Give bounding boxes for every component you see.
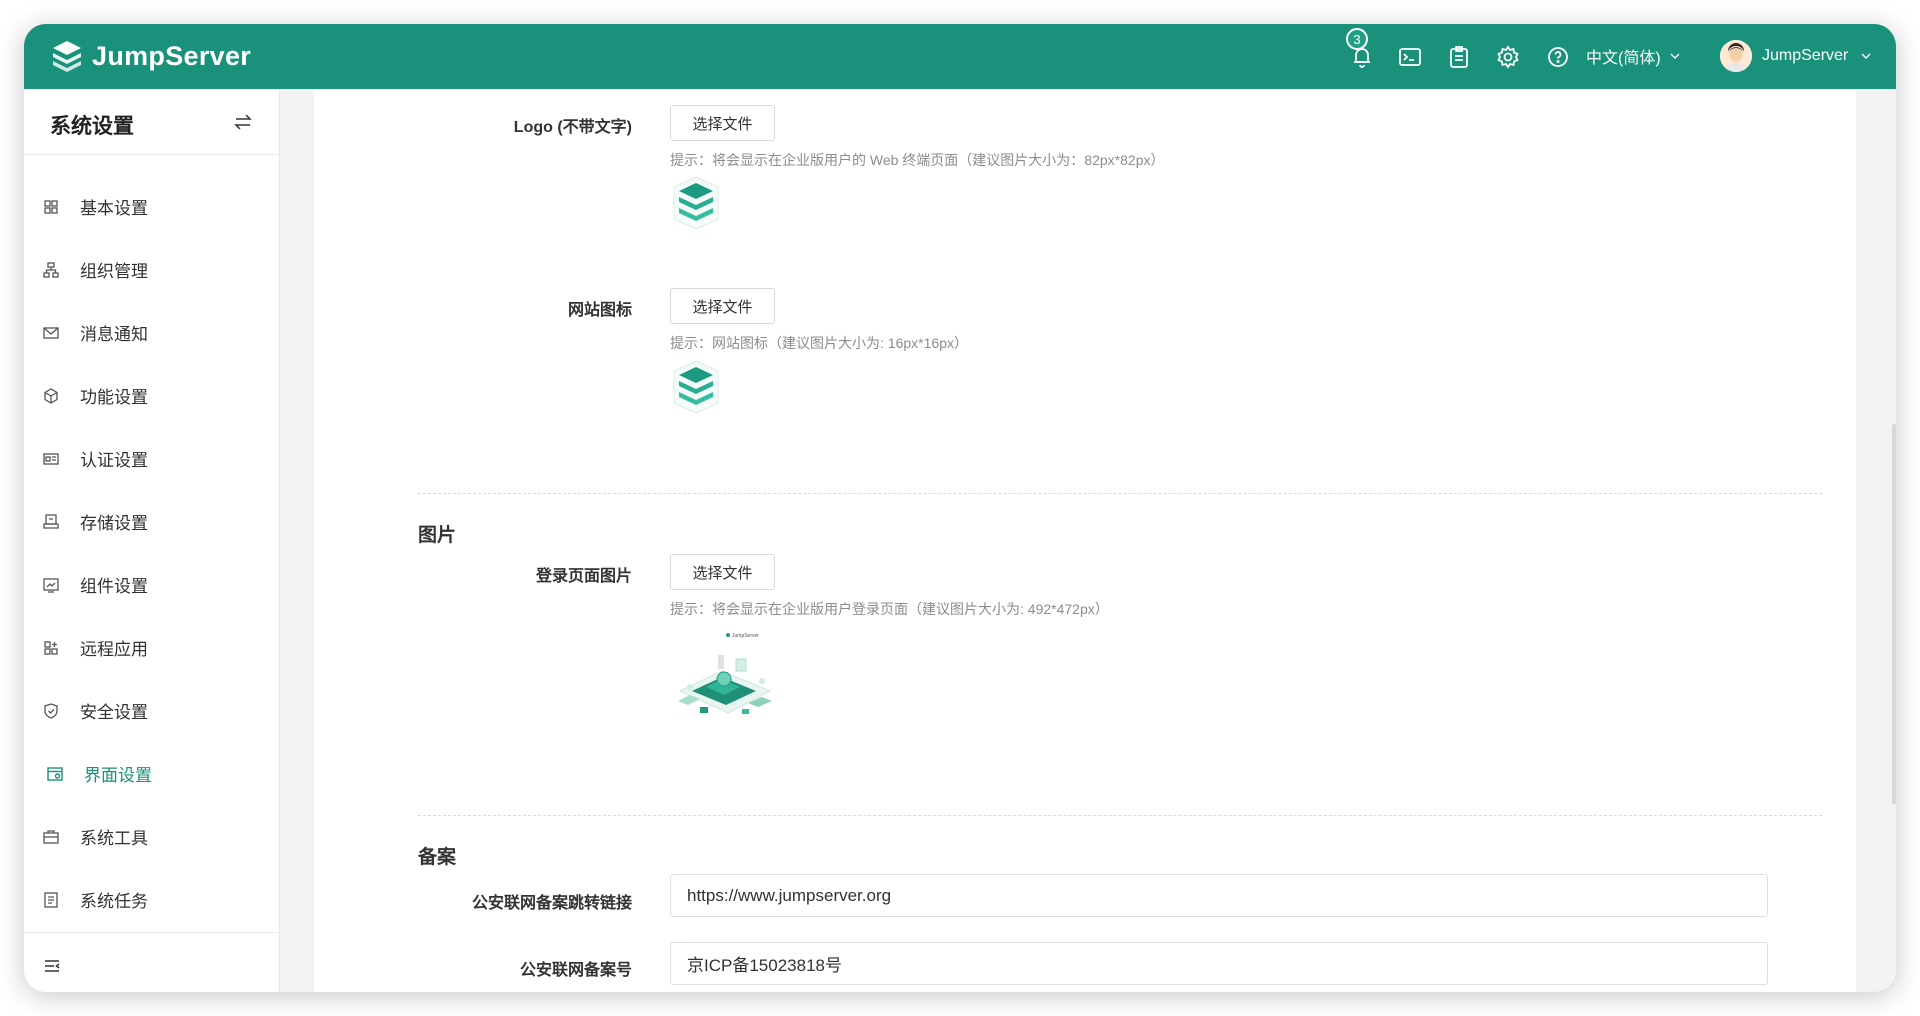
images-section-title: 图片 [418, 525, 457, 546]
language-selector[interactable]: 中文(简体) [1586, 44, 1681, 68]
user-menu[interactable]: JumpServer [1720, 40, 1872, 72]
sidebar-item-tasks[interactable]: 系统任务 [24, 868, 280, 931]
mail-icon [43, 326, 59, 339]
sidebar-menu: 基本设置 组织管理 消息通知 功能设置 认证设置 存储设置 组件设置 远程应用 … [24, 175, 280, 931]
section-divider [418, 493, 1822, 494]
sidebar-item-storage[interactable]: 存储设置 [24, 490, 280, 553]
toolbox-icon [43, 829, 59, 844]
login-illustration-image: JumpServer [678, 633, 772, 714]
sidebar-item-label: 系统任务 [80, 892, 148, 911]
sidebar-item-label: 消息通知 [80, 325, 148, 344]
sidebar-item-label: 组件设置 [80, 577, 148, 596]
sidebar-item-label: 远程应用 [80, 640, 148, 659]
sidebar-item-label: 功能设置 [80, 388, 148, 407]
jumpserver-logo-icon [53, 41, 81, 72]
sidebar-item-label: 安全设置 [80, 703, 148, 722]
logo-preview [670, 175, 722, 236]
beian-number-value: 京ICP备15023818号 [687, 956, 842, 975]
task-icon [44, 891, 58, 908]
language-label: 中文(简体) [1586, 50, 1661, 67]
sidebar-item-label: 认证设置 [80, 451, 148, 470]
sidebar-item-tools[interactable]: 系统工具 [24, 805, 280, 868]
menu-collapse-icon[interactable] [44, 959, 60, 973]
login-image-label: 登录页面图片 [535, 568, 632, 585]
login-image-choose-file-button[interactable]: 选择文件 [670, 554, 775, 590]
brand-name: JumpServer [92, 40, 252, 71]
favicon-label: 网站图标 [567, 302, 632, 319]
sidebar-item-feature[interactable]: 功能设置 [24, 364, 280, 427]
favicon-image [673, 360, 719, 414]
cube-icon [44, 387, 58, 404]
beian-link-value: https://www.jumpserver.org [687, 885, 892, 905]
sidebar-item-label: 存储设置 [80, 514, 148, 533]
top-bar: JumpServer 3 中文(简体) JumpServer [24, 24, 1896, 89]
terminal-icon[interactable] [1397, 44, 1423, 70]
id-card-icon [43, 452, 59, 465]
sidebar-header: 系统设置 [24, 89, 280, 155]
sidebar-item-basic[interactable]: 基本设置 [24, 175, 280, 238]
sidebar-item-notification[interactable]: 消息通知 [24, 301, 280, 364]
chevron-down-icon [1861, 53, 1871, 59]
shield-icon [44, 702, 58, 719]
sidebar-item-interface[interactable]: 界面设置 [24, 742, 280, 805]
brand-logo[interactable]: JumpServer [50, 38, 251, 74]
app-window: JumpServer 3 中文(简体) JumpServer 系统设置 基本设置… [24, 24, 1896, 992]
interface-icon [47, 766, 63, 781]
scrollbar[interactable] [1892, 424, 1896, 804]
sidebar-item-label: 系统工具 [80, 829, 148, 848]
gear-icon[interactable] [1495, 44, 1521, 70]
sidebar-footer [24, 932, 280, 992]
sidebar-item-org[interactable]: 组织管理 [24, 238, 280, 301]
sidebar-item-remote-apps[interactable]: 远程应用 [24, 616, 280, 679]
component-icon [43, 577, 59, 593]
storage-icon [43, 513, 59, 529]
login-image-preview: JumpServer [670, 629, 780, 734]
beian-number-label: 公安联网备案号 [519, 962, 632, 979]
sidebar-item-component[interactable]: 组件设置 [24, 553, 280, 616]
section-divider [418, 815, 1822, 816]
grid-icon [44, 199, 58, 214]
org-icon [43, 261, 59, 278]
logo-label: Logo (不带文字) [513, 119, 632, 136]
sidebar-item-label: 组织管理 [80, 262, 148, 281]
username: JumpServer [1762, 47, 1849, 64]
swap-icon[interactable] [234, 113, 252, 131]
jumpserver-logo-image [673, 176, 719, 230]
apps-icon [44, 640, 58, 655]
logo-choose-file-button[interactable]: 选择文件 [670, 105, 775, 141]
sidebar-title: 系统设置 [50, 115, 134, 138]
settings-content: Logo (不带文字) 选择文件 提示：将会显示在企业版用户的 Web 终端页面… [314, 89, 1856, 992]
sidebar: 系统设置 基本设置 组织管理 消息通知 功能设置 认证设置 存储设置 组件设置 … [24, 89, 280, 992]
help-icon[interactable] [1545, 44, 1571, 70]
favicon-choose-file-button[interactable]: 选择文件 [670, 288, 775, 324]
beian-link-input[interactable]: https://www.jumpserver.org [670, 874, 1768, 917]
notification-badge: 3 [1346, 28, 1368, 50]
sidebar-item-security[interactable]: 安全设置 [24, 679, 280, 742]
favicon-preview [670, 359, 722, 420]
beian-number-input[interactable]: 京ICP备15023818号 [670, 942, 1768, 985]
sidebar-item-label: 基本设置 [80, 199, 148, 218]
sidebar-item-label: 界面设置 [84, 766, 152, 785]
beian-link-label: 公安联网备案跳转链接 [471, 895, 632, 912]
avatar [1720, 40, 1752, 72]
preview-caption: JumpServer [732, 633, 759, 639]
beian-section-title: 备案 [418, 847, 457, 868]
chevron-down-icon [1670, 53, 1680, 59]
sidebar-item-auth[interactable]: 认证设置 [24, 427, 280, 490]
logo-hint: 提示：将会显示在企业版用户的 Web 终端页面（建议图片大小为：82px*82p… [670, 152, 1165, 168]
clipboard-icon[interactable] [1446, 44, 1472, 70]
favicon-hint: 提示：网站图标（建议图片大小为: 16px*16px） [670, 335, 968, 351]
login-image-hint: 提示：将会显示在企业版用户登录页面（建议图片大小为: 492*472px） [670, 601, 1109, 617]
